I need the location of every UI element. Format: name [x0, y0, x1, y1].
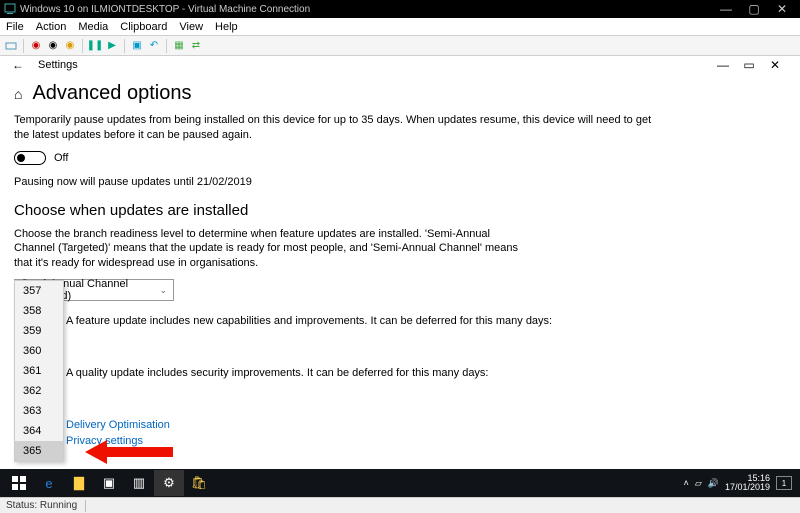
dropdown-item-364[interactable]: 364	[15, 421, 63, 441]
menu-help[interactable]: Help	[215, 21, 238, 33]
reset-icon[interactable]: ▶	[105, 39, 119, 53]
tray-chevron-icon[interactable]: ˄	[684, 478, 689, 488]
delivery-optimisation-link[interactable]: Delivery Optimisation	[66, 419, 786, 431]
settings-taskbar-icon[interactable]: ⚙	[154, 470, 184, 496]
choose-heading: Choose when updates are installed	[14, 202, 786, 219]
vm-maximize-button[interactable]: ▢	[740, 2, 768, 16]
toolbar-separator	[23, 39, 24, 53]
pause-icon[interactable]: ❚❚	[88, 39, 102, 53]
chevron-down-icon: ⌄	[159, 285, 167, 296]
menu-action[interactable]: Action	[36, 21, 67, 33]
settings-label: Settings	[38, 59, 78, 71]
revert-icon[interactable]: ↶	[147, 39, 161, 53]
dropdown-item-359[interactable]: 359	[15, 321, 63, 341]
vm-close-button[interactable]: ✕	[768, 2, 796, 16]
page-title: Advanced options	[32, 82, 191, 105]
settings-minimize-button[interactable]: —	[710, 58, 736, 72]
settings-close-button[interactable]: ✕	[762, 58, 788, 72]
dropdown-item-362[interactable]: 362	[15, 381, 63, 401]
dropdown-item-365[interactable]: 365	[15, 441, 63, 461]
pause-note: Pausing now will pause updates until 21/…	[14, 175, 654, 190]
back-button[interactable]: ←	[12, 58, 24, 72]
home-icon[interactable]: ⌂	[14, 86, 22, 102]
menu-media[interactable]: Media	[78, 21, 108, 33]
start-button[interactable]	[4, 470, 34, 496]
vm-toolbar: ◉ ◉ ◉ ❚❚ ▶ ▣ ↶ ▦ ⇄	[0, 36, 800, 56]
quality-defer-label: A quality update includes security impro…	[66, 367, 786, 379]
annotation-arrow	[85, 437, 175, 472]
enhanced-icon[interactable]: ▦	[172, 39, 186, 53]
settings-restore-button[interactable]: ▭	[736, 58, 762, 72]
tray-volume-icon[interactable]: 🔊	[708, 478, 719, 489]
pause-updates-toggle[interactable]	[14, 151, 46, 165]
edge-icon[interactable]: e	[34, 470, 64, 496]
toggle-label: Off	[54, 152, 68, 164]
system-tray: ˄ ▱ 🔊 15:16 17/01/2019 1	[684, 474, 796, 493]
vm-statusbar: Status: Running	[0, 497, 800, 513]
tray-network-icon[interactable]: ▱	[695, 478, 702, 489]
vm-menubar: File Action Media Clipboard View Help	[0, 18, 800, 36]
status-text: Status: Running	[6, 500, 77, 511]
dropdown-item-361[interactable]: 361	[15, 361, 63, 381]
dropdown-item-363[interactable]: 363	[15, 401, 63, 421]
action-center-icon[interactable]: 1	[776, 476, 792, 490]
dropdown-item-357[interactable]: 357	[15, 281, 63, 301]
terminal-icon[interactable]: ▣	[94, 470, 124, 496]
menu-view[interactable]: View	[179, 21, 203, 33]
feature-defer-label: A feature update includes new capabiliti…	[66, 315, 786, 327]
checkpoint-icon[interactable]: ▣	[130, 39, 144, 53]
settings-content: ⌂ Advanced options Temporarily pause upd…	[0, 74, 800, 447]
start-icon[interactable]: ◉	[29, 39, 43, 53]
share-icon[interactable]: ⇄	[189, 39, 203, 53]
vm-title-text: Windows 10 on ILMIONTDESKTOP - Virtual M…	[20, 4, 712, 15]
taskbar: e ▇ ▣ ▥ ⚙ 🛍 ˄ ▱ 🔊 15:16 17/01/2019 1	[0, 469, 800, 497]
turnoff-icon[interactable]: ◉	[46, 39, 60, 53]
dropdown-item-358[interactable]: 358	[15, 301, 63, 321]
menu-clipboard[interactable]: Clipboard	[120, 21, 167, 33]
toolbar-separator	[82, 39, 83, 53]
task-view-icon[interactable]: ▥	[124, 470, 154, 496]
ctrl-alt-del-icon[interactable]	[4, 39, 18, 53]
toolbar-separator	[166, 39, 167, 53]
store-icon[interactable]: 🛍	[184, 470, 214, 496]
defer-days-dropdown[interactable]: 357358359360361362363364365	[14, 280, 64, 462]
vm-minimize-button[interactable]: —	[712, 2, 740, 16]
file-explorer-icon[interactable]: ▇	[64, 470, 94, 496]
vm-titlebar: Windows 10 on ILMIONTDESKTOP - Virtual M…	[0, 0, 800, 18]
pause-description: Temporarily pause updates from being ins…	[14, 113, 654, 143]
taskbar-clock[interactable]: 15:16 17/01/2019	[725, 474, 770, 493]
toolbar-separator	[124, 39, 125, 53]
settings-header: ← Settings — ▭ ✕	[0, 56, 800, 74]
menu-file[interactable]: File	[6, 21, 24, 33]
shutdown-icon[interactable]: ◉	[63, 39, 77, 53]
dropdown-item-360[interactable]: 360	[15, 341, 63, 361]
vm-app-icon	[4, 3, 16, 15]
choose-description: Choose the branch readiness level to det…	[14, 227, 534, 272]
